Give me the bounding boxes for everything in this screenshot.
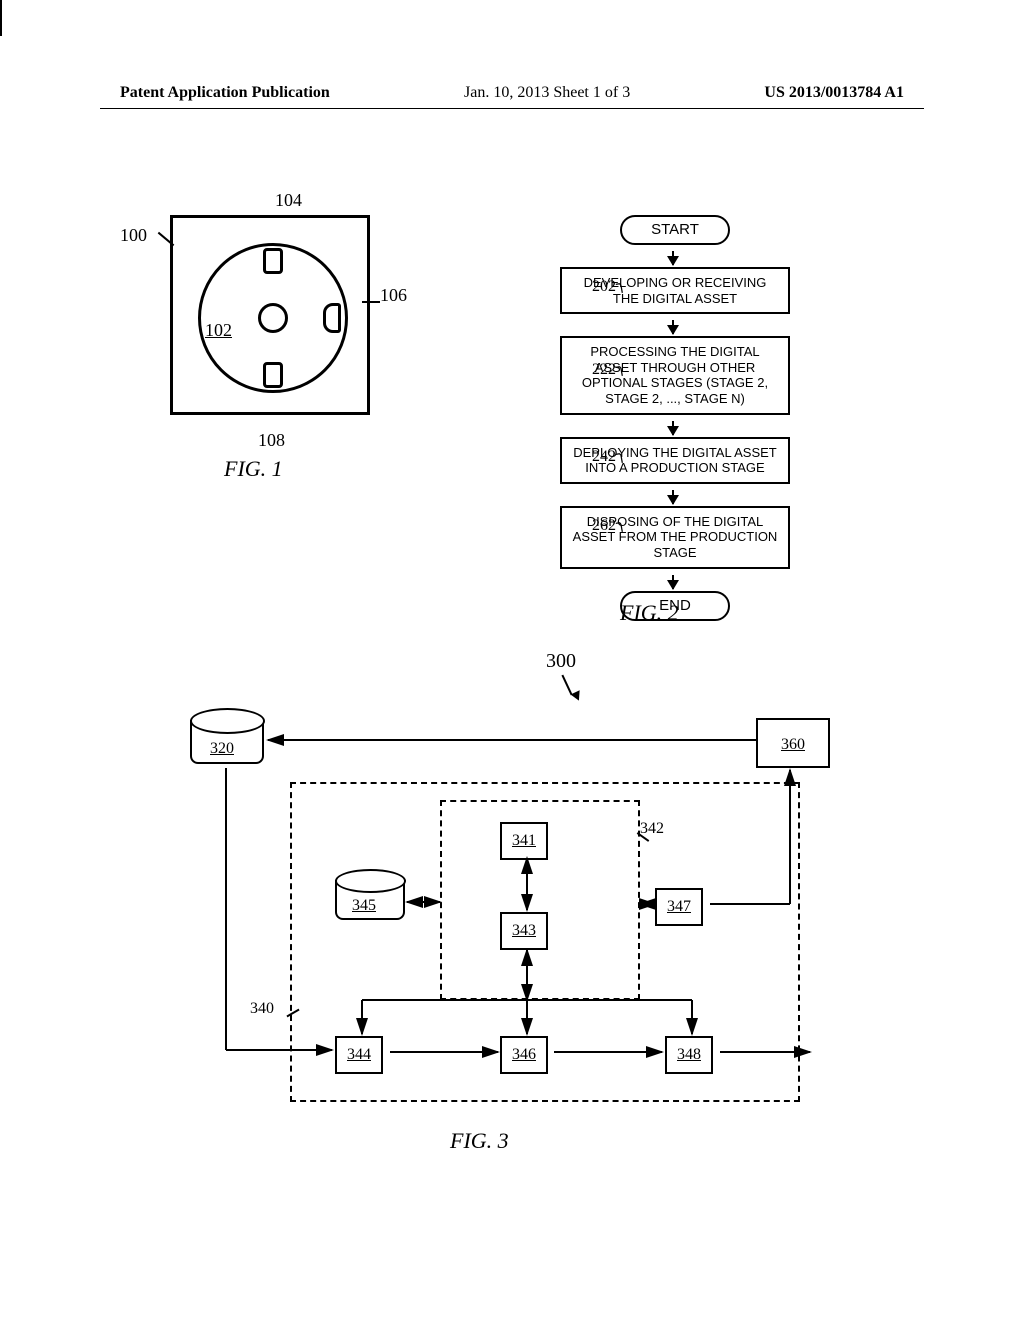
header-center: Jan. 10, 2013 Sheet 1 of 3 xyxy=(464,84,630,102)
arrow-down-icon xyxy=(672,421,674,435)
flow-step-202: DEVELOPING OR RECEIVING THE DIGITAL ASSE… xyxy=(560,267,790,314)
fig3-ref-320: 320 xyxy=(210,740,234,758)
fig1-ref-104: 104 xyxy=(275,190,302,211)
arrowhead-icon xyxy=(571,690,584,702)
flow-ref-202: 202╮ xyxy=(592,277,626,296)
fig1-slot-top-icon xyxy=(263,248,283,274)
fig2-caption: FIG. 2 xyxy=(620,600,679,626)
fig1-ref-106: 106 xyxy=(380,285,407,306)
flow-step-222: PROCESSING THE DIGITAL ASSET THROUGH OTH… xyxy=(560,336,790,414)
fig3-caption: FIG. 3 xyxy=(450,1128,509,1154)
fig3-ref-345: 345 xyxy=(352,897,376,915)
box-346: 346 xyxy=(500,1036,548,1074)
arrow-down-icon xyxy=(672,575,674,589)
fig1-hub-icon xyxy=(258,303,288,333)
box-343: 343 xyxy=(500,912,548,950)
arrow-down-icon xyxy=(672,490,674,504)
header-right: US 2013/0013784 A1 xyxy=(764,84,904,102)
figure-2-flowchart: START DEVELOPING OR RECEIVING THE DIGITA… xyxy=(480,215,840,627)
fig3-ref-340: 340 xyxy=(250,1000,274,1018)
header-rule xyxy=(100,108,924,109)
arrow-down-icon xyxy=(672,320,674,334)
fig3-ref-300: 300 xyxy=(546,650,576,673)
page: Patent Application Publication Jan. 10, … xyxy=(0,0,1024,1320)
fig1-caption: FIG. 1 xyxy=(224,456,283,482)
fig1-slot-right-icon xyxy=(323,303,341,333)
box-341: 341 xyxy=(500,822,548,860)
flow-ref-242: 242╮ xyxy=(592,447,626,466)
lead-line-icon xyxy=(0,12,2,36)
flow-start: START xyxy=(620,215,730,245)
fig1-outer-box xyxy=(170,215,370,415)
box-348: 348 xyxy=(665,1036,713,1074)
fig1-ref-108: 108 xyxy=(258,430,285,451)
flow-ref-222: 222╮ xyxy=(592,360,626,379)
box-360: 360 xyxy=(756,718,830,768)
arrow-down-icon xyxy=(672,251,674,265)
flow-step-242: DEPLOYING THE DIGITAL ASSET INTO A PRODU… xyxy=(560,437,790,484)
flow-step-262: DISPOSING OF THE DIGITAL ASSET FROM THE … xyxy=(560,506,790,569)
fig1-ref-100: 100 xyxy=(120,225,147,246)
box-344: 344 xyxy=(335,1036,383,1074)
page-header: Patent Application Publication Jan. 10, … xyxy=(0,84,1024,102)
lead-line-icon xyxy=(362,301,380,303)
header-left: Patent Application Publication xyxy=(120,84,330,102)
flow-ref-262: 262╮ xyxy=(592,516,626,535)
fig1-ref-102: 102 xyxy=(205,320,232,341)
figure-3-block-diagram: 300 320 360 345 341 343 347 344 346 348 … xyxy=(190,690,830,1130)
figure-1 xyxy=(170,215,370,415)
fig1-slot-bottom-icon xyxy=(263,362,283,388)
lead-line-icon xyxy=(561,675,572,696)
lead-line-icon xyxy=(0,0,2,12)
box-347: 347 xyxy=(655,888,703,926)
